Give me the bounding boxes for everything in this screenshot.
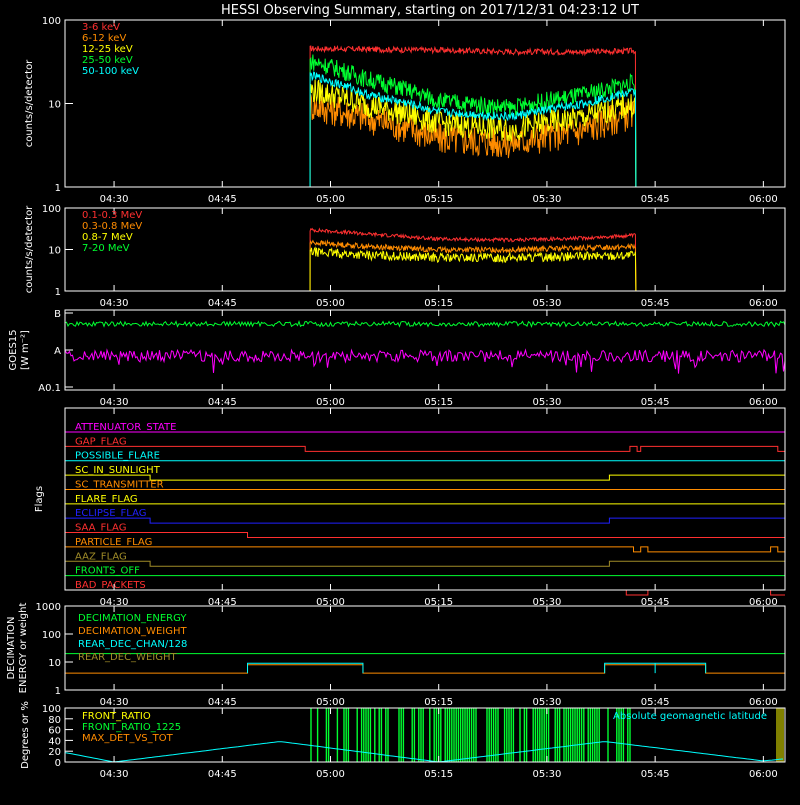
- time-tick-label: 05:15: [424, 194, 453, 205]
- time-tick-label: 05:45: [641, 194, 670, 205]
- y-tick-label: 100: [42, 16, 61, 27]
- legend-entry: 7-20 MeV: [82, 243, 130, 254]
- y-tick-label: 1: [55, 287, 61, 298]
- y-tick-label: 1: [55, 183, 61, 194]
- flag-label: ECLIPSE_FLAG: [75, 508, 146, 519]
- summary-plot: HESSI Observing Summary, starting on 201…: [0, 0, 800, 800]
- observing-summary: HESSI Observing Summary, starting on 201…: [0, 0, 800, 800]
- legend-entry: 0.8-7 MeV: [82, 232, 133, 243]
- time-tick-label: 05:15: [424, 397, 453, 408]
- time-tick-label: 04:30: [100, 298, 129, 309]
- y-axis-label-units: [W m⁻²]: [20, 330, 31, 370]
- time-tick-label: 05:30: [533, 298, 562, 309]
- legend-entry: 0.3-0.8 MeV: [82, 221, 142, 232]
- flag-label: POSSIBLE_FLARE: [75, 451, 160, 462]
- time-tick-label: 04:30: [100, 194, 129, 205]
- flag-label: AAZ_FLAG: [75, 551, 127, 562]
- legend-entry: 3-6 keV: [82, 22, 120, 33]
- time-tick-label: 05:45: [641, 697, 670, 708]
- legend-entry: DECIMATION_ENERGY: [78, 613, 187, 624]
- legend-entry: 50-100 keV: [82, 66, 139, 77]
- flag-label: SAA_FLAG: [75, 523, 126, 534]
- y-tick-label: 100: [42, 704, 61, 715]
- y-axis-label: counts/s/detector: [24, 205, 35, 293]
- legend-entry: FRONT_RATIO_1225: [82, 722, 181, 733]
- time-tick-label: 05:00: [316, 397, 345, 408]
- legend-entry: FRONT_RATIO: [82, 711, 151, 722]
- time-tick-label: 06:00: [749, 194, 778, 205]
- time-tick-label: 05:00: [316, 194, 345, 205]
- time-tick-label: 05:15: [424, 769, 453, 780]
- time-tick-label: 04:45: [208, 298, 237, 309]
- y-tick-label: 10: [48, 246, 61, 257]
- time-tick-label: 05:45: [641, 397, 670, 408]
- time-tick-label: 04:30: [100, 769, 129, 780]
- legend-entry: DECIMATION_WEIGHT: [78, 626, 187, 637]
- time-tick-label: 05:15: [424, 697, 453, 708]
- y-tick-label: 80: [48, 715, 61, 726]
- y-axis-label: GOES15: [8, 329, 19, 370]
- time-tick-label: 05:45: [641, 298, 670, 309]
- time-tick-label: 06:00: [749, 397, 778, 408]
- y-tick-label: B: [54, 309, 61, 320]
- time-tick-label: 05:00: [316, 298, 345, 309]
- legend-entry: 25-50 keV: [82, 55, 133, 66]
- time-tick-label: 06:00: [749, 769, 778, 780]
- time-tick-label: 06:00: [749, 697, 778, 708]
- y-tick-label: 1: [55, 686, 61, 697]
- y-tick-label: 1000: [36, 602, 61, 613]
- flag-label: PARTICLE_FLAG: [75, 537, 152, 548]
- y-tick-label: 100: [42, 630, 61, 641]
- time-tick-label: 05:30: [533, 194, 562, 205]
- time-tick-label: 04:30: [100, 697, 129, 708]
- time-tick-label: 05:45: [641, 769, 670, 780]
- legend-entry: 6-12 keV: [82, 33, 126, 44]
- y-tick-label: 0: [55, 758, 61, 769]
- legend-entry: REAR_DEC_CHAN/128: [78, 639, 187, 650]
- y-tick-label: 40: [48, 736, 61, 747]
- y-axis-label: Flags: [34, 486, 45, 512]
- y-tick-label: 100: [42, 204, 61, 215]
- y-axis-label: DECIMATION: [6, 616, 17, 679]
- y-axis-label: counts/s/detector: [24, 59, 35, 147]
- y-tick-label: A0.1: [38, 383, 61, 394]
- time-tick-label: 04:45: [208, 194, 237, 205]
- y-tick-label: 60: [48, 726, 61, 737]
- y-tick-label: 10: [48, 658, 61, 669]
- time-tick-label: 05:30: [533, 397, 562, 408]
- y-tick-label: 10: [48, 100, 61, 111]
- y-tick-label: A: [54, 346, 61, 357]
- flag-label: SC_TRANSMITTER: [75, 479, 164, 490]
- latitude-annotation: Absolute geomagnetic latitude: [613, 711, 767, 722]
- flag-label: ATTENUATOR_STATE: [75, 422, 176, 433]
- time-tick-label: 05:15: [424, 298, 453, 309]
- time-tick-label: 04:30: [100, 397, 129, 408]
- time-tick-label: 05:00: [316, 697, 345, 708]
- time-tick-label: 04:45: [208, 697, 237, 708]
- time-tick-label: 05:00: [316, 769, 345, 780]
- plot-title: HESSI Observing Summary, starting on 201…: [221, 3, 639, 18]
- time-tick-label: 05:30: [533, 697, 562, 708]
- flag-label: FRONTS_OFF: [75, 566, 140, 577]
- y-axis-label-2: ENERGY or weight: [18, 603, 29, 694]
- flag-label: SC_IN_SUNLIGHT: [75, 465, 161, 476]
- flag-label: BAD_PACKETS: [75, 580, 146, 591]
- time-tick-label: 06:00: [749, 298, 778, 309]
- flag-label: FLARE_FLAG: [75, 494, 138, 505]
- y-tick-label: 20: [48, 747, 61, 758]
- y-axis-label: Degrees or %: [20, 701, 31, 769]
- legend-entry: 12-25 keV: [82, 44, 133, 55]
- time-tick-label: 05:30: [533, 769, 562, 780]
- legend-entry: MAX_DET_VS_TOT: [82, 733, 174, 744]
- time-tick-label: 04:45: [208, 769, 237, 780]
- legend-entry: 0.1-0.3 MeV: [82, 210, 142, 221]
- legend-entry: REAR_DEC_WEIGHT: [78, 652, 177, 663]
- flag-label: GAP_FLAG: [75, 436, 127, 447]
- time-tick-label: 04:45: [208, 397, 237, 408]
